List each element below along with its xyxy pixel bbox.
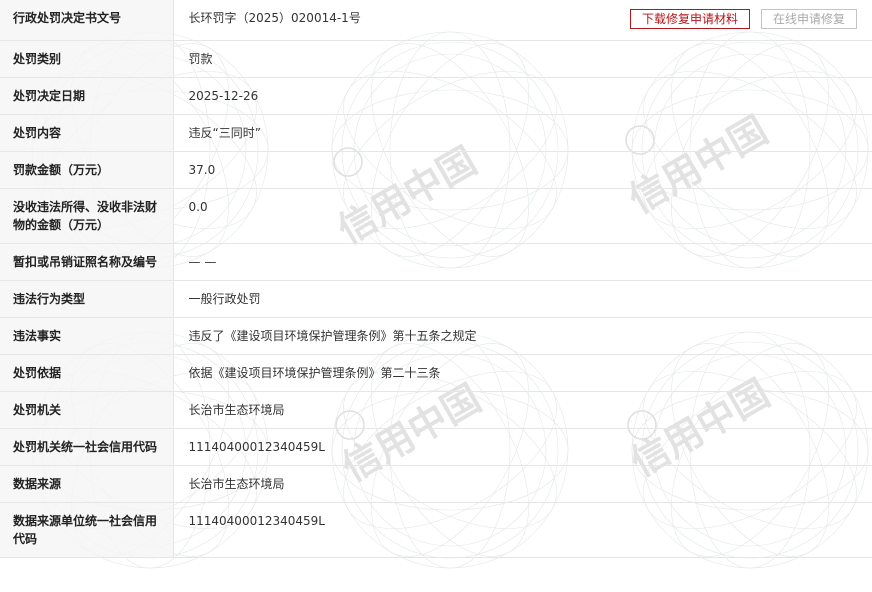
table-row: 没收违法所得、没收非法财物的金额（万元） 0.0	[0, 188, 872, 244]
row-label-violation-type: 违法行为类型	[0, 280, 174, 318]
row-value-violation-facts: 违反了《建设项目环境保护管理条例》第十五条之规定	[173, 317, 872, 355]
row-label-violation-facts: 违法事实	[0, 317, 174, 355]
row-value-authority-credit-code: 11140400012340459L	[173, 428, 872, 466]
table-row: 处罚类别 罚款	[0, 40, 872, 78]
table-row: 数据来源 长治市生态环境局	[0, 465, 872, 503]
row-label-penalty-content: 处罚内容	[0, 114, 174, 152]
table-row: 处罚机关统一社会信用代码 11140400012340459L	[0, 428, 872, 466]
table-row: 暂扣或吊销证照名称及编号 — —	[0, 243, 872, 281]
row-value-confiscation-amount: 0.0	[173, 188, 872, 244]
row-label-decision-date: 处罚决定日期	[0, 77, 174, 115]
row-value-violation-type: 一般行政处罚	[173, 280, 872, 318]
row-label-fine-amount: 罚款金额（万元）	[0, 151, 174, 189]
action-buttons: 下载修复申请材料 在线申请修复	[629, 9, 857, 29]
row-label-confiscation-amount: 没收违法所得、没收非法财物的金额（万元）	[0, 188, 174, 244]
table-row: 违法事实 违反了《建设项目环境保护管理条例》第十五条之规定	[0, 317, 872, 355]
row-value-license-revocation: — —	[173, 243, 872, 281]
online-repair-application-button[interactable]: 在线申请修复	[760, 9, 857, 29]
row-value-source-credit-code: 11140400012340459L	[173, 502, 872, 558]
row-label-penalty-category: 处罚类别	[0, 40, 174, 78]
row-value-penalty-content: 违反“三同时”	[173, 114, 872, 152]
table-row: 罚款金额（万元） 37.0	[0, 151, 872, 189]
row-label-penalty-basis: 处罚依据	[0, 354, 174, 392]
table-row: 处罚依据 依据《建设项目环境保护管理条例》第二十三条	[0, 354, 872, 392]
row-label-decision-number: 行政处罚决定书文号	[0, 0, 174, 41]
row-value-penalty-category: 罚款	[173, 40, 872, 78]
row-label-data-source: 数据来源	[0, 465, 174, 503]
row-value-decision-date: 2025-12-26	[173, 77, 872, 115]
row-value-data-source: 长治市生态环境局	[173, 465, 872, 503]
download-repair-materials-button[interactable]: 下载修复申请材料	[629, 9, 750, 29]
table-row: 处罚内容 违反“三同时”	[0, 114, 872, 152]
row-value-penalty-authority: 长治市生态环境局	[173, 391, 872, 429]
table-row: 数据来源单位统一社会信用代码 11140400012340459L	[0, 502, 872, 558]
row-label-authority-credit-code: 处罚机关统一社会信用代码	[0, 428, 174, 466]
penalty-detail-page: 信用中国 信用中国 信用中国 信用中国 下载修复申请材料 在线申请修复 行政处罚…	[0, 0, 872, 592]
table-row: 违法行为类型 一般行政处罚	[0, 280, 872, 318]
penalty-detail-table: 行政处罚决定书文号 长环罚字（2025）020014-1号 处罚类别 罚款 处罚…	[0, 0, 872, 558]
row-value-penalty-basis: 依据《建设项目环境保护管理条例》第二十三条	[173, 354, 872, 392]
table-row: 处罚决定日期 2025-12-26	[0, 77, 872, 115]
row-label-license-revocation: 暂扣或吊销证照名称及编号	[0, 243, 174, 281]
row-label-penalty-authority: 处罚机关	[0, 391, 174, 429]
table-row: 处罚机关 长治市生态环境局	[0, 391, 872, 429]
row-value-fine-amount: 37.0	[173, 151, 872, 189]
row-label-source-credit-code: 数据来源单位统一社会信用代码	[0, 502, 174, 558]
